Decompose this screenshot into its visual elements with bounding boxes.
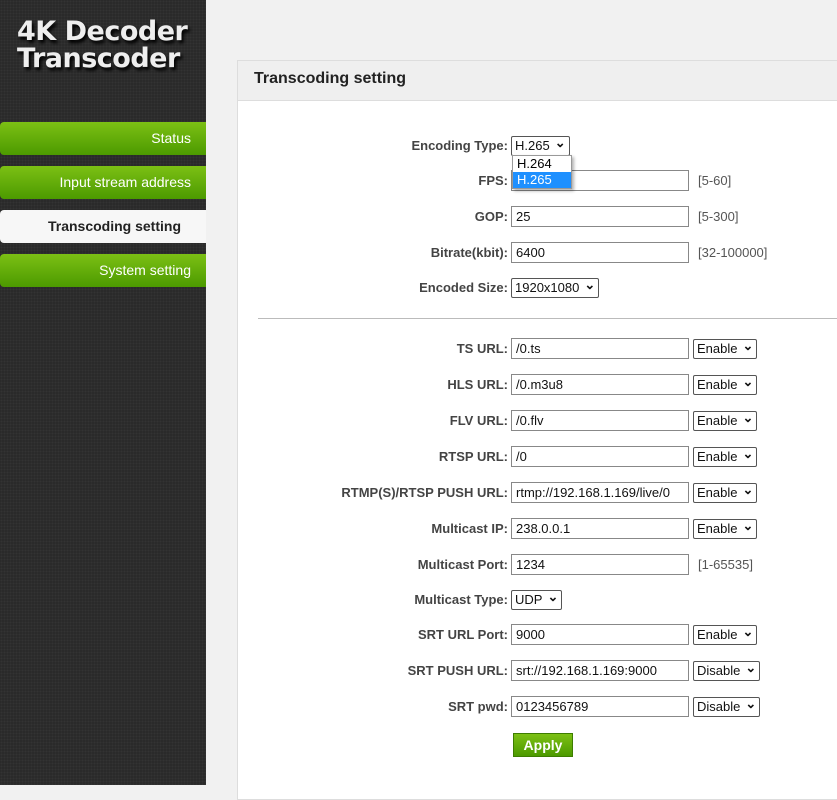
hls-url-enable-select[interactable]: Enable <box>693 375 758 395</box>
rtmp-push-enable-select[interactable]: Enable <box>693 483 758 503</box>
encoding-type-select[interactable]: H.265 <box>511 136 570 156</box>
rtsp-url-enable-select[interactable]: Enable <box>693 447 758 467</box>
encoded-size-row: Encoded Size: 1920x1080 <box>238 277 837 299</box>
srt-push-url-row: SRT PUSH URL: srt://192.168.1.169:9000 D… <box>238 660 837 682</box>
hls-url-row: HLS URL: /0.m3u8 Enable <box>238 374 837 396</box>
srt-pwd-row: SRT pwd: 0123456789 Disable <box>238 696 837 718</box>
nav-system-setting[interactable]: System setting <box>0 254 206 287</box>
flv-url-enable-select[interactable]: Enable <box>693 411 758 431</box>
srt-url-port-input[interactable]: 9000 <box>511 624 689 645</box>
multicast-ip-row: Multicast IP: 238.0.0.1 Enable <box>238 518 837 540</box>
panel-title: Transcoding setting <box>238 61 837 101</box>
multicast-type-row: Multicast Type: UDP <box>238 589 837 611</box>
option-h264[interactable]: H.264 <box>513 156 571 172</box>
srt-pwd-input[interactable]: 0123456789 <box>511 696 689 717</box>
rtsp-url-input[interactable]: /0 <box>511 446 689 467</box>
ts-url-enable-select[interactable]: Enable <box>693 339 758 359</box>
bitrate-row: Bitrate(kbit): 6400 [32-100000] <box>238 242 837 264</box>
option-h265[interactable]: H.265 <box>513 172 571 188</box>
multicast-ip-input[interactable]: 238.0.0.1 <box>511 518 689 539</box>
hls-url-input[interactable]: /0.m3u8 <box>511 374 689 395</box>
multicast-ip-enable-select[interactable]: Enable <box>693 519 758 539</box>
flv-url-row: FLV URL: /0.flv Enable <box>238 410 837 432</box>
flv-url-input[interactable]: /0.flv <box>511 410 689 431</box>
ts-url-input[interactable]: /0.ts <box>511 338 689 359</box>
multicast-type-select[interactable]: UDP <box>511 590 563 610</box>
encoding-type-row: Encoding Type: H.265 <box>238 135 837 157</box>
nav-status[interactable]: Status <box>0 122 206 155</box>
rtmp-push-url-row: RTMP(S)/RTSP PUSH URL: rtmp://192.168.1.… <box>238 482 837 504</box>
transcoding-panel: Transcoding setting Encoding Type: H.265… <box>237 60 837 800</box>
encoding-type-dropdown: H.264 H.265 <box>512 155 572 189</box>
encoded-size-select[interactable]: 1920x1080 <box>511 278 600 298</box>
srt-url-port-row: SRT URL Port: 9000 Enable <box>238 624 837 646</box>
sidebar: 4K Decoder Transcoder Status Input stream… <box>0 0 206 785</box>
apply-button[interactable]: Apply <box>513 733 573 757</box>
srt-push-url-input[interactable]: srt://192.168.1.169:9000 <box>511 660 689 681</box>
logo: 4K Decoder Transcoder <box>17 16 188 74</box>
ts-url-row: TS URL: /0.ts Enable <box>238 338 837 360</box>
rtmp-push-url-input[interactable]: rtmp://192.168.1.169/live/0 <box>511 482 689 503</box>
nav-transcoding-setting[interactable]: Transcoding setting <box>0 210 206 243</box>
multicast-port-input[interactable]: 1234 <box>511 554 689 575</box>
divider <box>258 318 837 319</box>
srt-url-port-enable-select[interactable]: Enable <box>693 625 758 645</box>
gop-input[interactable]: 25 <box>511 206 689 227</box>
srt-pwd-enable-select[interactable]: Disable <box>693 697 761 717</box>
gop-row: GOP: 25 [5-300] <box>238 206 837 228</box>
srt-push-url-enable-select[interactable]: Disable <box>693 661 761 681</box>
bitrate-input[interactable]: 6400 <box>511 242 689 263</box>
rtsp-url-row: RTSP URL: /0 Enable <box>238 446 837 468</box>
multicast-port-row: Multicast Port: 1234 [1-65535] <box>238 554 837 576</box>
nav-input-stream-address[interactable]: Input stream address <box>0 166 206 199</box>
